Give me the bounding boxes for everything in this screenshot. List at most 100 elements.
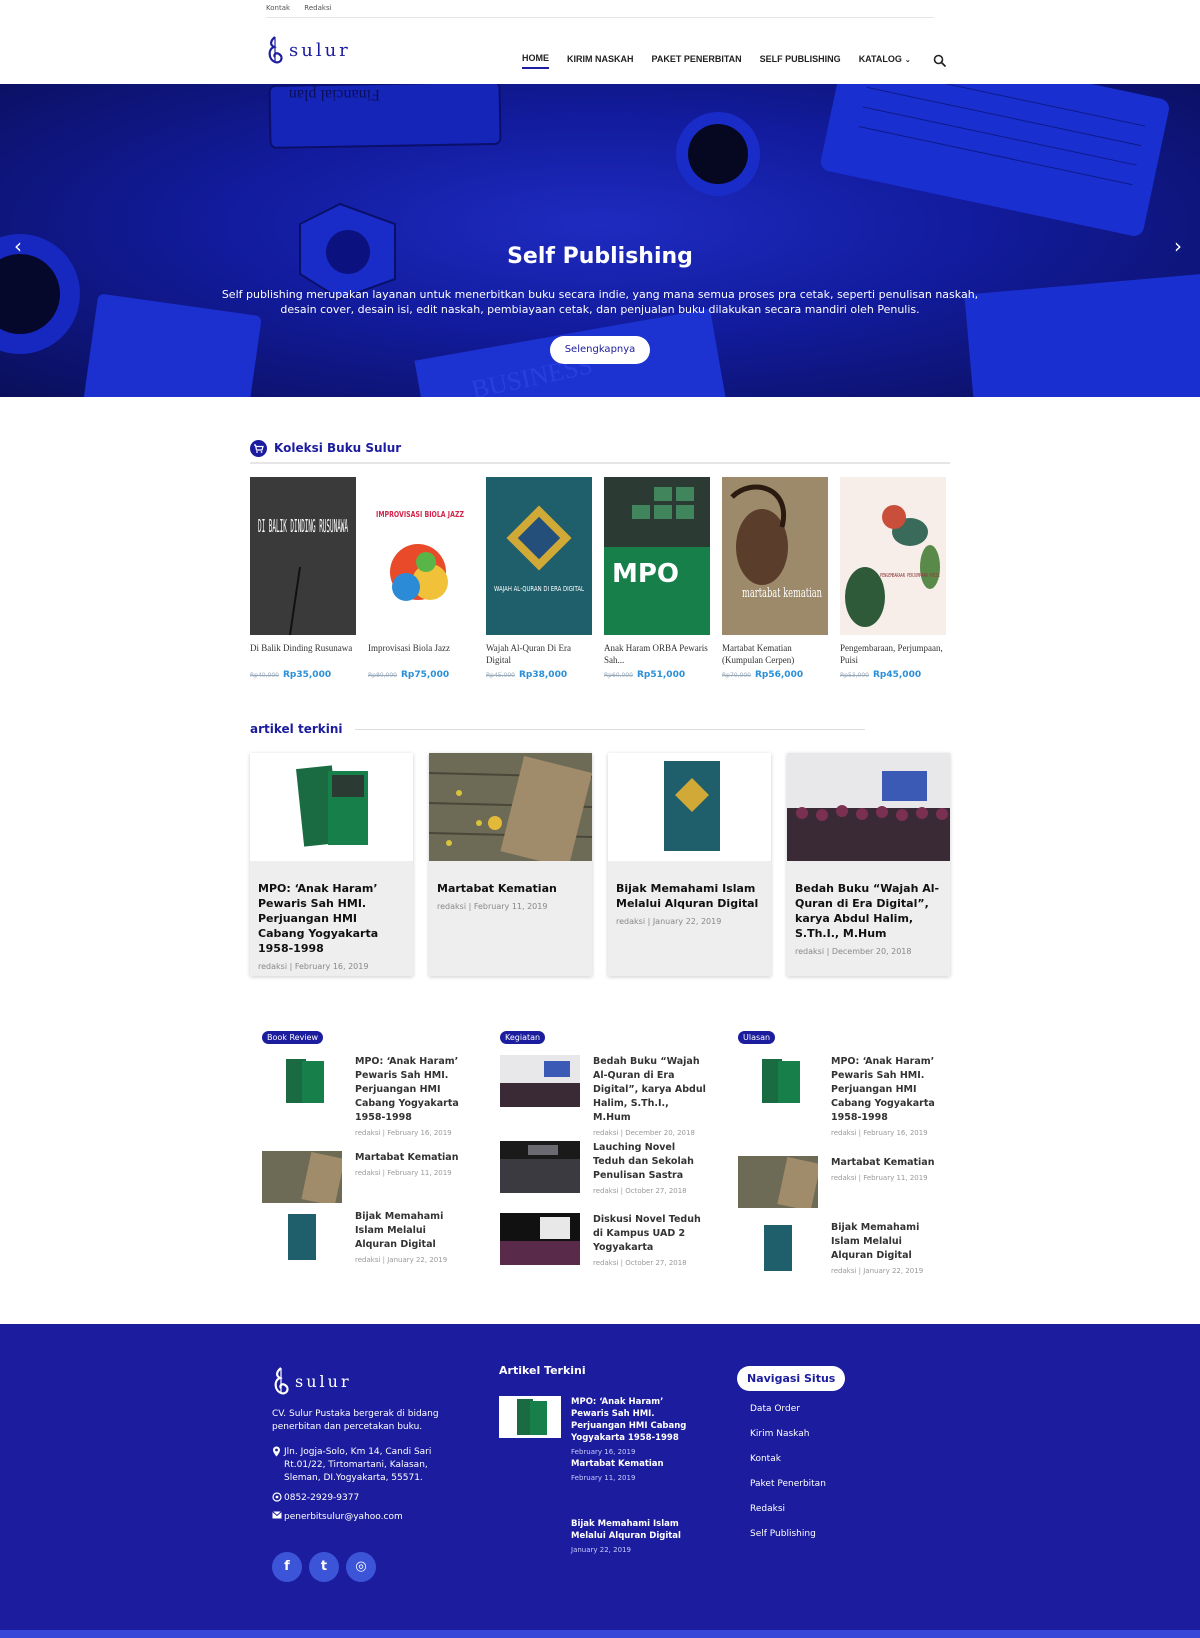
mini-article-title[interactable]: MPO: ‘Anak Haram’ Pewaris Sah HMI. Perju… [831,1055,946,1140]
book-card[interactable]: DI BALIK DINDING RUSUNAWA Di Balik Dindi… [250,477,356,680]
footer-logo[interactable]: sulur [272,1366,352,1396]
category-badge[interactable]: Kegiatan [500,1031,546,1044]
mini-article-title-text: Bedah Buku “Wajah Al-Quran di Era Digita… [593,1056,706,1123]
instagram-icon[interactable]: ◎ [346,1552,376,1582]
footer-phone-text: 0852-2929-9377 [284,1493,360,1503]
book-cover[interactable]: martabat kematian [722,477,828,635]
article-title[interactable]: Martabat Kematian [429,861,592,896]
mini-article-title[interactable]: Diskusi Novel Teduh di Kampus UAD 2 Yogy… [593,1213,708,1270]
top-bar: Kontak Redaksi [266,0,934,18]
topbar-link-kontak[interactable]: Kontak [266,0,290,17]
article-title[interactable]: Bedah Buku “Wajah Al-Quran di Era Digita… [787,861,950,941]
book-cover[interactable]: WAJAH AL-QURAN DI ERA DIGITAL [486,477,592,635]
article-thumbnail[interactable] [250,753,413,861]
nav-katalog[interactable]: KATALOG ⌄ [859,54,911,68]
mini-article-meta: redaksi | October 27, 2018 [593,1259,687,1267]
hero-read-more-button[interactable]: Selengkapnya [550,336,650,364]
search-icon[interactable] [933,54,947,68]
mini-article-title[interactable]: Lauching Novel Teduh dan Sekolah Penulis… [593,1141,708,1198]
book-title[interactable]: Di Balik Dinding Rusunawa [250,642,356,668]
facebook-icon[interactable]: f [272,1552,302,1582]
book-cover[interactable]: DI BALIK DINDING RUSUNAWA [250,477,356,635]
footer-nav-kontak[interactable]: Kontak [750,1454,826,1479]
mini-article-title[interactable]: Martabat Kematian redaksi | February 11, … [355,1151,470,1180]
article-title[interactable]: Bijak Memahami Islam Melalui Alquran Dig… [608,861,771,911]
footer-article-title-text: MPO: ‘Anak Haram’ Pewaris Sah HMI. Perju… [571,1397,687,1443]
twitter-icon[interactable]: t [309,1552,339,1582]
mini-thumbnail[interactable] [738,1221,818,1273]
cover-text: MPO [612,559,679,589]
article-card[interactable]: Martabat Kematian redaksi | February 11,… [429,753,592,976]
book-title[interactable]: Martabat Kematian (Kumpulan Cerpen) [722,642,828,668]
mini-article-meta: redaksi | January 22, 2019 [831,1267,924,1275]
mini-thumbnail[interactable] [500,1055,580,1107]
article-card[interactable]: MPO: ‘Anak Haram’ Pewaris Sah HMI. Perju… [250,753,413,976]
mini-article-title[interactable]: Bijak Memahami Islam Melalui Alquran Dig… [355,1210,470,1267]
footer-phone[interactable]: 0852-2929-9377 [272,1492,462,1507]
mini-thumbnail[interactable] [262,1151,342,1203]
book-cover[interactable]: IMPROVISASI BIOLA JAZZ [368,477,474,635]
old-price: Rp70,000 [722,672,751,679]
mini-thumbnail[interactable] [262,1210,342,1262]
mini-thumbnail[interactable] [500,1213,580,1265]
article-meta: redaksi | February 11, 2019 [437,902,548,911]
book-card[interactable]: MPO Anak Haram ORBA Pewaris Sah... Rp60,… [604,477,710,680]
category-badge[interactable]: Book Review [262,1031,323,1044]
article-card[interactable]: Bedah Buku “Wajah Al-Quran di Era Digita… [787,753,950,976]
footer-nav-self-publishing[interactable]: Self Publishing [750,1529,826,1554]
site-logo[interactable]: sulur [266,33,351,67]
topbar-link-redaksi[interactable]: Redaksi [304,0,331,17]
nav-paket-penerbitan[interactable]: PAKET PENERBITAN [652,54,742,68]
mini-article-meta: redaksi | February 16, 2019 [355,1129,452,1137]
mini-article-title[interactable]: Martabat Kematian redaksi | February 11, … [831,1156,946,1185]
slider-prev-arrow-icon[interactable]: ‹ [14,234,22,258]
article-card[interactable]: Bijak Memahami Islam Melalui Alquran Dig… [608,753,771,976]
mail-icon [272,1511,284,1524]
footer-email-text: penerbitsulur@yahoo.com [284,1512,403,1522]
mini-thumbnail[interactable] [262,1055,342,1107]
book-card[interactable]: WAJAH AL-QURAN DI ERA DIGITAL Wajah Al-Q… [486,477,592,680]
slider-next-arrow-icon[interactable]: › [1174,234,1182,258]
cover-text: DI BALIK DINDING RUSUNAWA [258,516,348,537]
article-title[interactable]: MPO: ‘Anak Haram’ Pewaris Sah HMI. Perju… [250,861,413,956]
article-thumbnail[interactable] [787,753,950,861]
footer-article-title[interactable]: Bijak Memahami Islam Melalui Alquran Dig… [571,1518,701,1556]
nav-home[interactable]: HOME [522,53,549,69]
footer-nav-paket-penerbitan[interactable]: Paket Penerbitan [750,1479,826,1504]
mini-article-meta: redaksi | January 22, 2019 [355,1256,448,1264]
mini-article-title[interactable]: Bedah Buku “Wajah Al-Quran di Era Digita… [593,1055,708,1140]
category-badge[interactable]: Ulasan [738,1031,776,1044]
footer-nav-data-order[interactable]: Data Order [750,1404,826,1429]
book-title[interactable]: Wajah Al-Quran Di Era Digital [486,642,592,668]
mini-thumbnail[interactable] [500,1141,580,1193]
nav-kirim-naskah[interactable]: KIRIM NASKAH [567,54,634,68]
footer-nav-kirim-naskah[interactable]: Kirim Naskah [750,1429,826,1454]
book-card[interactable]: PENGEMBARAAN PERJUMPAAN PUISI Pengembara… [840,477,946,680]
book-title[interactable]: Pengembaraan, Perjumpaan, Puisi [840,642,946,668]
sulur-logo-icon [268,36,283,64]
book-title[interactable]: Anak Haram ORBA Pewaris Sah... [604,642,710,668]
article-meta: redaksi | December 20, 2018 [795,947,912,956]
footer-nav: Data Order Kirim Naskah Kontak Paket Pen… [750,1404,826,1554]
book-cover[interactable]: PENGEMBARAAN PERJUMPAAN PUISI [840,477,946,635]
book-cover[interactable]: MPO [604,477,710,635]
book-title[interactable]: Improvisasi Biola Jazz [368,642,474,668]
footer-article-thumbnail[interactable] [499,1396,561,1438]
book-card[interactable]: martabat kematian Martabat Kematian (Kum… [722,477,828,680]
article-thumbnail[interactable] [608,753,771,861]
footer-article-title[interactable]: Martabat Kematian February 11, 2019 [571,1458,701,1484]
sulur-logo-icon [274,1367,289,1395]
footer-article-title[interactable]: MPO: ‘Anak Haram’ Pewaris Sah HMI. Perju… [571,1396,701,1458]
nav-katalog-label: KATALOG [858,54,902,64]
nav-self-publishing[interactable]: SELF PUBLISHING [760,54,841,68]
article-thumbnail[interactable] [429,753,592,861]
mini-article-title[interactable]: Bijak Memahami Islam Melalui Alquran Dig… [831,1221,946,1278]
mini-thumbnail[interactable] [738,1055,818,1107]
articles-header: artikel terkini [250,722,865,736]
mini-thumbnail[interactable] [738,1156,818,1208]
footer-email[interactable]: penerbitsulur@yahoo.com [272,1511,462,1524]
footer-nav-redaksi[interactable]: Redaksi [750,1504,826,1529]
book-card[interactable]: IMPROVISASI BIOLA JAZZ Improvisasi Biola… [368,477,474,680]
collection-title: Koleksi Buku Sulur [274,441,402,455]
mini-article-title[interactable]: MPO: ‘Anak Haram’ Pewaris Sah HMI. Perju… [355,1055,470,1140]
